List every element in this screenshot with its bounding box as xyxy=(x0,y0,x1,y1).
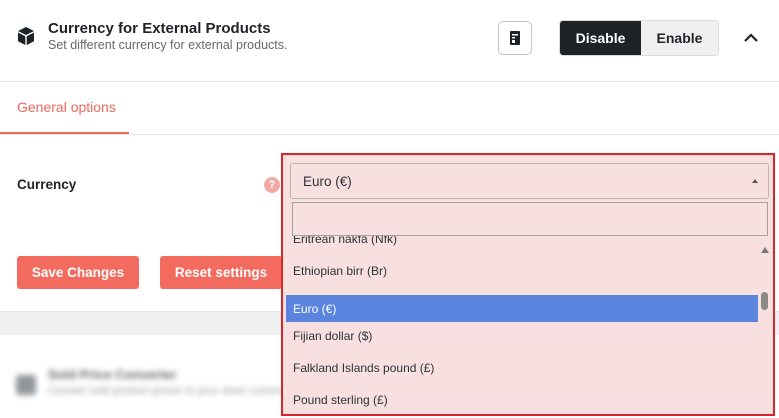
currency-option[interactable]: Pound sterling (£) xyxy=(286,386,758,414)
currency-option[interactable]: Fijian dollar ($) xyxy=(286,322,758,350)
caret-up-icon xyxy=(752,179,758,183)
options-scrollbar[interactable] xyxy=(758,236,773,414)
currency-label: Currency xyxy=(17,177,77,192)
currency-option[interactable]: Eritrean nakfa (Nfk) xyxy=(286,236,758,253)
chevron-up-icon[interactable] xyxy=(742,32,760,44)
documentation-button[interactable] xyxy=(498,21,532,55)
header-divider xyxy=(0,81,779,82)
save-changes-button[interactable]: Save Changes xyxy=(17,256,139,289)
currency-select[interactable]: Euro (€) xyxy=(290,163,769,199)
enable-toggle: Disable Enable xyxy=(559,20,719,56)
module-title: Currency for External Products xyxy=(48,20,271,37)
next-module-title: Sold Price Converter xyxy=(48,367,177,382)
tab-general-options[interactable]: General options xyxy=(17,99,116,115)
next-module-subtitle: Convert sold product prices to your stor… xyxy=(48,385,294,397)
currency-selected-value: Euro (€) xyxy=(303,174,352,189)
enable-button[interactable]: Enable xyxy=(641,21,718,55)
currency-select-dropdown: Euro (€) Eritrean nakfa (Nfk) Ethiopian … xyxy=(281,153,775,416)
currency-search-input[interactable] xyxy=(292,202,768,236)
currency-option-selected[interactable]: Euro (€) xyxy=(286,295,758,322)
disable-button[interactable]: Disable xyxy=(560,21,641,55)
tabs-divider xyxy=(0,134,779,135)
module-subtitle: Set different currency for external prod… xyxy=(48,38,288,52)
currency-options-list: Eritrean nakfa (Nfk) Ethiopian birr (Br)… xyxy=(286,236,758,414)
currency-option[interactable]: Ethiopian birr (Br) xyxy=(286,257,758,285)
reset-settings-button[interactable]: Reset settings xyxy=(160,256,282,289)
scroll-thumb[interactable] xyxy=(761,292,768,310)
currency-option[interactable]: Falkland Islands pound (£) xyxy=(286,354,758,382)
question-icon[interactable]: ? xyxy=(264,177,280,193)
box-icon xyxy=(18,27,34,45)
scroll-up-icon[interactable] xyxy=(761,247,769,253)
document-icon xyxy=(510,31,520,45)
module-icon xyxy=(16,375,36,395)
